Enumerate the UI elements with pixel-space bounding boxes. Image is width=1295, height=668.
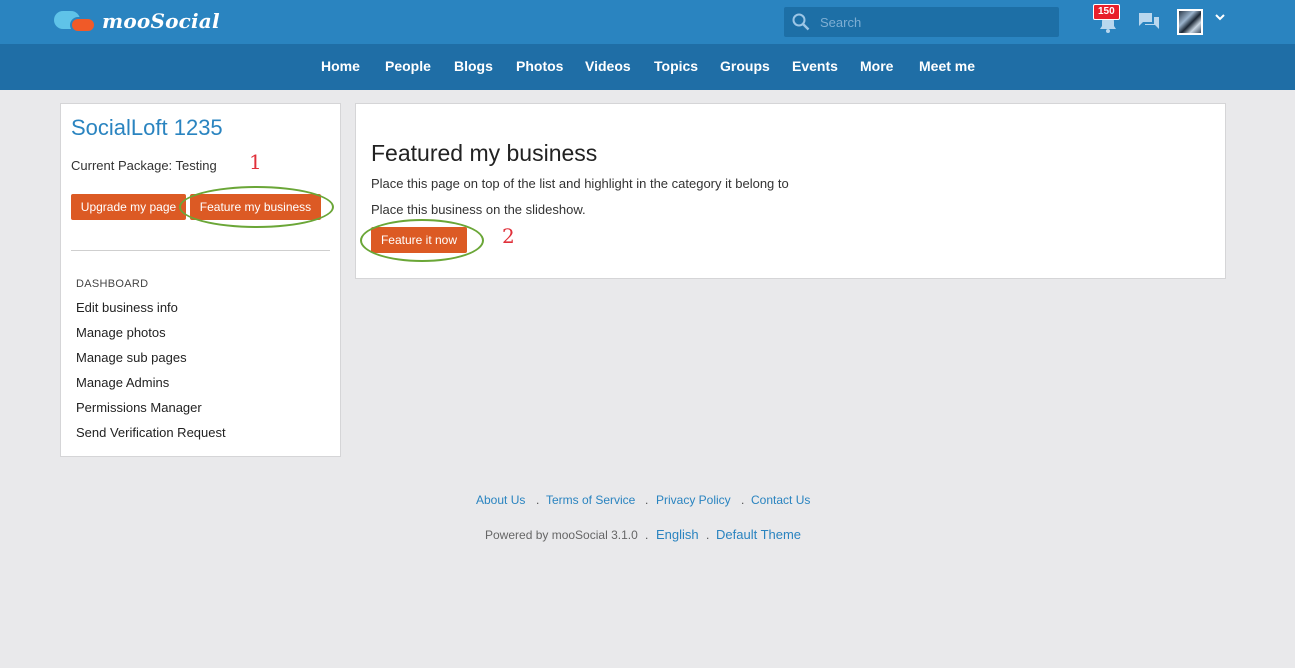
nav-people[interactable]: People (385, 58, 431, 74)
feature-panel: Featured my business Place this page on … (355, 103, 1226, 279)
nav-events[interactable]: Events (792, 58, 838, 74)
dashboard-heading: DASHBOARD (76, 278, 149, 290)
feature-title: Featured my business (371, 140, 598, 166)
feature-description: Place this page on top of the list and h… (371, 176, 789, 191)
footer-privacy[interactable]: Privacy Policy (656, 493, 731, 507)
footer-separator: . (741, 493, 745, 507)
menu-manage-admins[interactable]: Manage Admins (76, 375, 169, 390)
slideshow-description: Place this business on the slideshow. (371, 202, 586, 217)
menu-manage-photos[interactable]: Manage photos (76, 325, 166, 340)
annotation-number-1: 1 (249, 150, 262, 174)
messages-icon[interactable] (1138, 12, 1160, 32)
annotation-ellipse-1 (179, 186, 334, 228)
theme-link[interactable]: Default Theme (716, 527, 801, 542)
current-package: Current Package: Testing (71, 158, 217, 173)
powered-by: Powered by mooSocial 3.1.0 (485, 528, 638, 542)
menu-send-verification-request[interactable]: Send Verification Request (76, 425, 226, 440)
nav-more[interactable]: More (860, 58, 893, 74)
nav-meet-me[interactable]: Meet me (919, 58, 975, 74)
nav-home[interactable]: Home (321, 58, 360, 74)
brand-name: mooSocial (102, 9, 220, 33)
language-link[interactable]: English (656, 527, 699, 542)
footer-terms[interactable]: Terms of Service (546, 493, 635, 507)
divider (71, 250, 330, 251)
footer-contact[interactable]: Contact Us (751, 493, 810, 507)
annotation-number-2: 2 (502, 224, 515, 248)
nav-videos[interactable]: Videos (585, 58, 631, 74)
chevron-down-icon[interactable] (1214, 12, 1226, 22)
search-icon (792, 13, 810, 31)
user-avatar[interactable] (1177, 9, 1203, 35)
search-input[interactable] (820, 14, 1040, 30)
main-nav: Home People Blogs Photos Videos Topics G… (0, 44, 1295, 90)
page-title[interactable]: SocialLoft 1235 (71, 115, 223, 141)
nav-photos[interactable]: Photos (516, 58, 563, 74)
menu-edit-business-info[interactable]: Edit business info (76, 300, 178, 315)
footer-separator: . (706, 528, 710, 542)
nav-groups[interactable]: Groups (720, 58, 770, 74)
menu-permissions-manager[interactable]: Permissions Manager (76, 400, 202, 415)
upgrade-page-button[interactable]: Upgrade my page (71, 194, 186, 220)
chat-bubbles-icon (54, 9, 98, 33)
page-sidebar: SocialLoft 1235 Current Package: Testing… (60, 103, 341, 457)
footer-about-us[interactable]: About Us (476, 493, 525, 507)
annotation-ellipse-2 (360, 219, 484, 262)
search-box[interactable] (784, 7, 1059, 37)
notification-badge: 150 (1093, 4, 1120, 20)
footer-separator: . (645, 528, 649, 542)
top-bar: mooSocial 150 (0, 0, 1295, 44)
footer-separator: . (645, 493, 649, 507)
menu-manage-sub-pages[interactable]: Manage sub pages (76, 350, 187, 365)
nav-topics[interactable]: Topics (654, 58, 698, 74)
nav-blogs[interactable]: Blogs (454, 58, 493, 74)
site-logo[interactable]: mooSocial (54, 8, 220, 34)
footer-separator: . (536, 493, 540, 507)
